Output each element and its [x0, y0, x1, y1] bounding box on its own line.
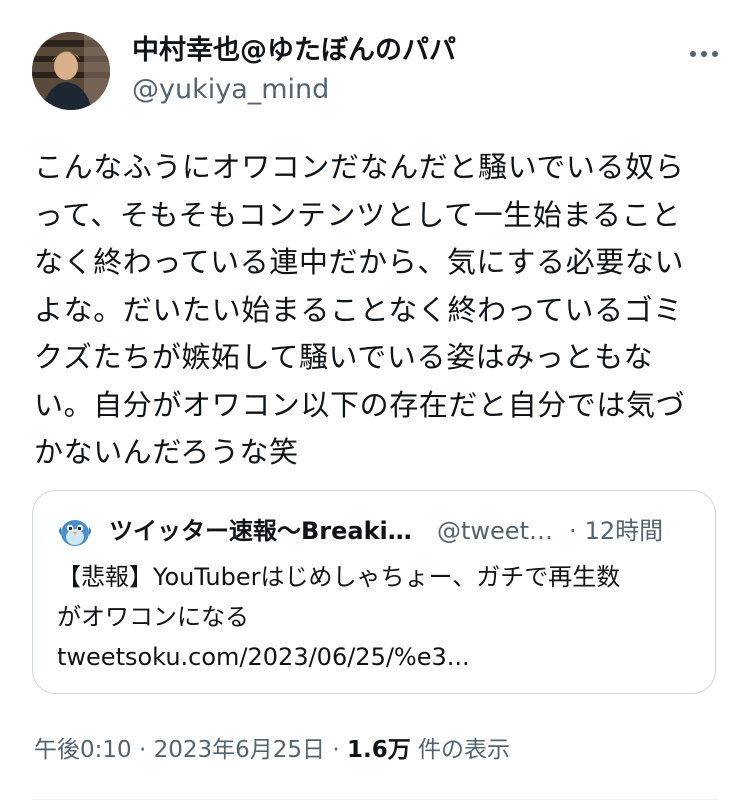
- meta-separator: ·: [138, 737, 147, 763]
- quoted-timestamp[interactable]: 12時間: [585, 515, 664, 547]
- author-handle[interactable]: @yukiya_mind: [132, 73, 456, 107]
- author-display-name[interactable]: 中村幸也@ゆたぼんのパパ: [132, 34, 456, 68]
- bird-icon[interactable]: [57, 513, 93, 549]
- tweet-date[interactable]: 2023年6月25日: [154, 737, 325, 763]
- author-block[interactable]: 中村幸也@ゆたぼんのパパ @yukiya_mind: [132, 34, 456, 107]
- meta-separator: ·: [332, 737, 340, 763]
- more-dot: [701, 51, 707, 57]
- quoted-tweet-card[interactable]: ツイッター速報〜BreakingNews @tweetsoku1 · 12時間 …: [32, 490, 716, 694]
- tweet-time[interactable]: 午後0:10: [34, 737, 132, 763]
- views-label: 件の表示: [418, 737, 511, 763]
- views-count[interactable]: 1.6万: [347, 737, 411, 763]
- quoted-author-handle[interactable]: @tweetsoku1: [437, 515, 555, 547]
- quoted-tweet-header: ツイッター速報〜BreakingNews @tweetsoku1 · 12時間: [57, 513, 695, 549]
- quoted-author-name[interactable]: ツイッター速報〜BreakingNews: [109, 515, 425, 547]
- tweet-text: こんなふうにオワコンだなんだと騒いでいる奴ら って、そもそもコンテンツとして一生…: [34, 150, 686, 469]
- quoted-tweet-text: 【悲報】YouTuberはじめしゃちょー、ガチで再生数 がオワコンになる twe…: [57, 563, 621, 671]
- divider: [32, 799, 718, 800]
- more-dot: [712, 51, 718, 57]
- more-horizontal-icon: [690, 51, 696, 57]
- more-options-button[interactable]: [682, 40, 726, 68]
- tweet-meta: 午後0:10 · 2023年6月25日 · 1.6万 件の表示: [34, 735, 510, 765]
- quoted-separator: ·: [569, 517, 577, 545]
- author-avatar[interactable]: [32, 32, 110, 110]
